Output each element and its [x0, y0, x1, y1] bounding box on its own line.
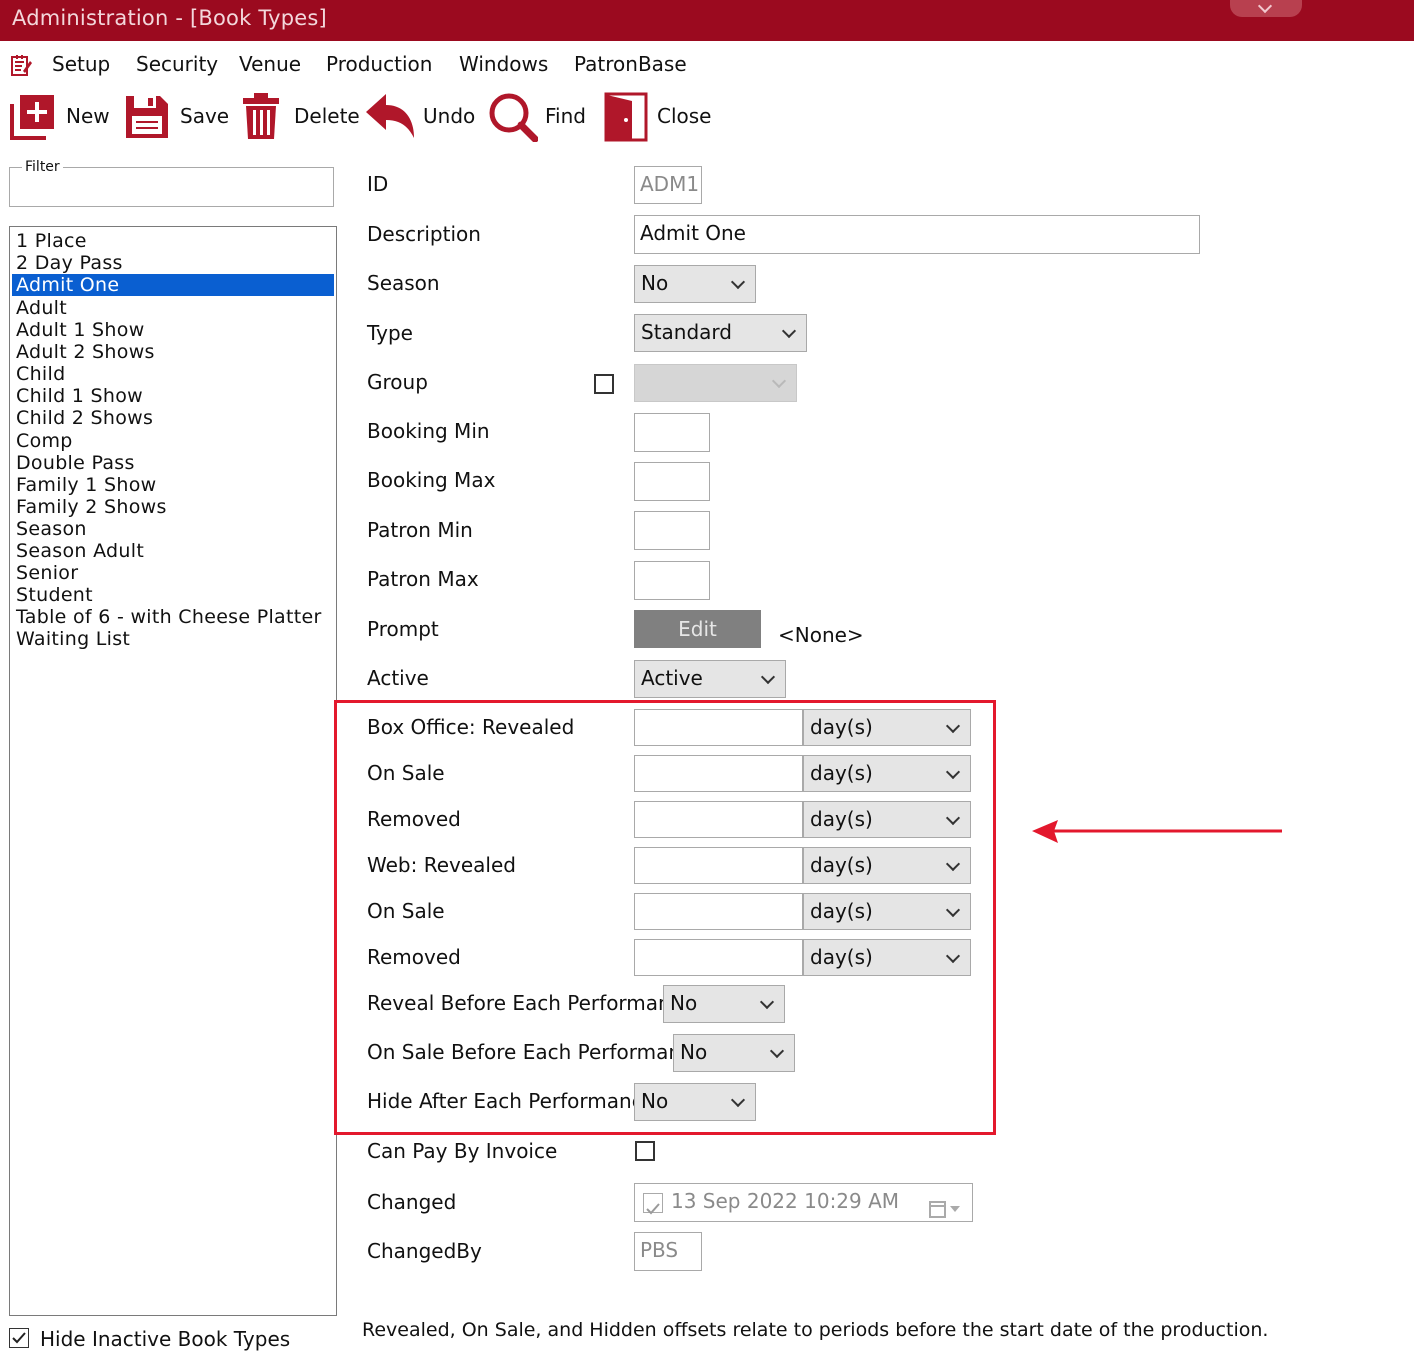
new-button[interactable] — [9, 92, 57, 140]
chevron-down-icon — [730, 274, 746, 290]
season-value: No — [641, 271, 669, 295]
book-type-list[interactable]: 1 Place 2 Day Pass Admit One Adult Adult… — [9, 226, 337, 1316]
new-label[interactable]: New — [66, 104, 110, 128]
find-label[interactable]: Find — [545, 104, 586, 128]
list-item[interactable]: Adult 2 Shows — [15, 341, 333, 363]
chevron-down-icon — [771, 373, 787, 389]
list-item[interactable]: Adult 1 Show — [15, 319, 333, 341]
patron-max-label: Patron Max — [367, 567, 479, 591]
menu-patronbase[interactable]: PatronBase — [574, 52, 687, 76]
chevron-down-icon — [760, 669, 776, 685]
menu-security[interactable]: Security — [136, 52, 218, 76]
footer-note: Revealed, On Sale, and Hidden offsets re… — [362, 1319, 1269, 1341]
id-field: ADM1 — [634, 166, 702, 204]
list-item[interactable]: Adult — [15, 297, 333, 319]
new-icon — [10, 95, 54, 140]
prompt-label: Prompt — [367, 617, 439, 641]
group-checkbox[interactable] — [594, 374, 614, 394]
season-select[interactable]: No — [634, 265, 756, 303]
list-item[interactable]: Family 1 Show — [15, 474, 333, 496]
chevron-down-icon — [781, 323, 797, 339]
delete-label[interactable]: Delete — [294, 104, 360, 128]
can-pay-invoice-checkbox[interactable] — [635, 1141, 655, 1161]
patron-min-field[interactable] — [634, 511, 710, 550]
active-label: Active — [367, 666, 429, 690]
highlight-box — [334, 700, 996, 1135]
active-select[interactable]: Active — [634, 660, 786, 698]
undo-label[interactable]: Undo — [423, 104, 475, 128]
changed-by-field: PBS — [634, 1232, 702, 1271]
prompt-value: <None> — [778, 623, 864, 647]
group-label: Group — [367, 370, 428, 394]
filter-label: Filter — [22, 159, 63, 175]
menu-setup[interactable]: Setup — [52, 52, 110, 76]
annotation-arrow-icon — [1030, 817, 1284, 847]
close-button[interactable] — [604, 92, 648, 142]
save-label[interactable]: Save — [180, 104, 229, 128]
door-exit-icon — [604, 92, 648, 142]
season-label: Season — [367, 271, 440, 295]
prompt-edit-button[interactable]: Edit — [634, 610, 761, 648]
active-value: Active — [641, 666, 703, 690]
list-item[interactable]: Student — [15, 584, 333, 606]
list-item[interactable]: 2 Day Pass — [15, 252, 333, 274]
menu-windows[interactable]: Windows — [459, 52, 548, 76]
booking-max-field[interactable] — [634, 462, 710, 501]
collapse-ribbon-button[interactable] — [1230, 0, 1302, 17]
id-label: ID — [367, 172, 389, 196]
find-button[interactable] — [488, 92, 539, 143]
description-field[interactable]: Admit One — [634, 215, 1200, 254]
window-title: Administration - [Book Types] — [12, 6, 327, 30]
close-label[interactable]: Close — [657, 104, 711, 128]
type-select[interactable]: Standard — [634, 314, 807, 352]
list-item[interactable]: Table of 6 - with Cheese Platter — [15, 606, 333, 628]
list-item[interactable]: Double Pass — [15, 452, 333, 474]
menu-venue[interactable]: Venue — [239, 52, 301, 76]
save-icon — [126, 96, 168, 138]
checkmark-icon — [12, 1332, 26, 1344]
type-value: Standard — [641, 320, 732, 344]
changed-value: 13 Sep 2022 10:29 AM — [671, 1189, 900, 1213]
patron-max-field[interactable] — [634, 561, 710, 600]
list-item[interactable]: Senior — [15, 562, 333, 584]
booking-max-label: Booking Max — [367, 468, 496, 492]
undo-arrow-icon — [366, 94, 414, 138]
save-button[interactable] — [124, 94, 170, 140]
description-label: Description — [367, 222, 481, 246]
booking-min-field[interactable] — [634, 413, 710, 452]
changed-date-field: 13 Sep 2022 10:29 AM — [634, 1183, 973, 1222]
delete-button[interactable] — [242, 92, 280, 140]
list-item[interactable]: Season — [15, 518, 333, 540]
app-notebook-icon[interactable] — [9, 53, 33, 77]
list-item-selected[interactable]: Admit One — [12, 274, 334, 296]
changed-checkbox — [643, 1193, 663, 1215]
list-item[interactable]: 1 Place — [15, 230, 333, 252]
checkmark-icon — [646, 1203, 660, 1215]
hide-inactive-checkbox[interactable] — [9, 1328, 29, 1348]
type-label: Type — [367, 321, 413, 345]
hide-inactive-label: Hide Inactive Book Types — [40, 1327, 291, 1351]
list-item[interactable]: Waiting List — [15, 628, 333, 650]
trash-icon — [243, 93, 279, 139]
menu-production[interactable]: Production — [326, 52, 432, 76]
calendar-dropdown-icon — [929, 1194, 963, 1218]
list-item[interactable]: Comp — [15, 430, 333, 452]
list-item[interactable]: Season Adult — [15, 540, 333, 562]
list-item[interactable]: Child 1 Show — [15, 385, 333, 407]
list-item[interactable]: Family 2 Shows — [15, 496, 333, 518]
undo-button[interactable] — [364, 92, 416, 140]
changed-by-label: ChangedBy — [367, 1239, 482, 1263]
search-icon — [489, 93, 539, 143]
booking-min-label: Booking Min — [367, 419, 490, 443]
changed-label: Changed — [367, 1190, 457, 1214]
can-pay-invoice-label: Can Pay By Invoice — [367, 1139, 558, 1163]
list-item[interactable]: Child 2 Shows — [15, 407, 333, 429]
group-select — [634, 364, 797, 402]
list-item[interactable]: Child — [15, 363, 333, 385]
patron-min-label: Patron Min — [367, 518, 473, 542]
